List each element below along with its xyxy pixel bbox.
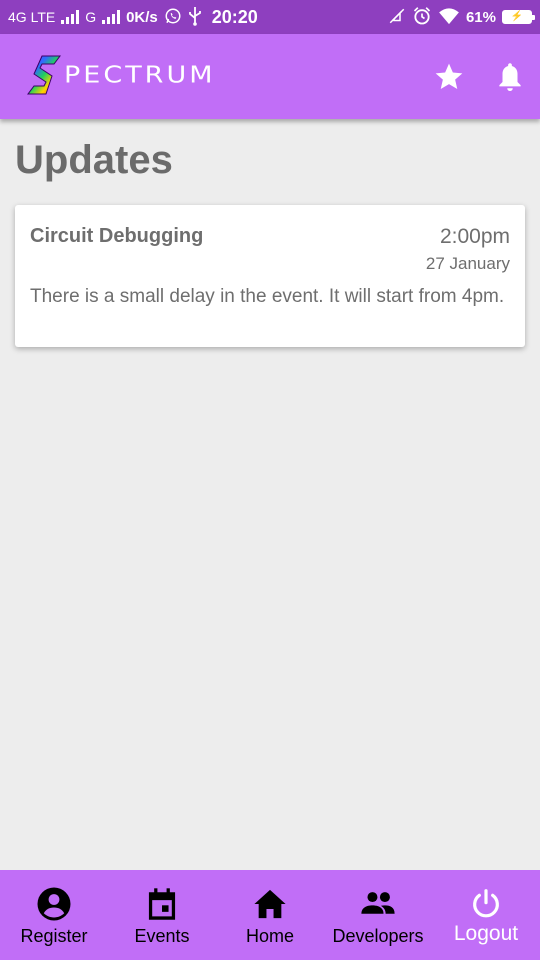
nav-developers[interactable]: Developers xyxy=(324,870,432,960)
nav-developers-label: Developers xyxy=(332,926,424,946)
update-date: 27 January xyxy=(425,254,510,273)
battery-percent: 61% xyxy=(465,8,496,26)
nav-logout[interactable]: Logout xyxy=(432,870,540,960)
signal-strength-icon-2 xyxy=(102,10,121,24)
spectrum-logo-icon xyxy=(27,55,61,95)
power-icon xyxy=(468,886,504,922)
calendar-icon xyxy=(144,886,180,922)
nav-events[interactable]: Events xyxy=(108,870,216,960)
bottom-navigation: Register Events Home Developers Logout xyxy=(0,870,540,960)
nav-register-label: Register xyxy=(20,926,88,946)
wifi-icon xyxy=(438,7,460,28)
status-left: 4G LTE G 0K/s 20:20 xyxy=(8,6,258,29)
mute-icon xyxy=(388,7,406,28)
alarm-icon xyxy=(412,6,432,29)
bell-icon xyxy=(499,63,521,91)
battery-charging-icon: ⚡ xyxy=(502,10,535,24)
account-circle-icon xyxy=(36,886,72,922)
update-title: Circuit Debugging xyxy=(30,225,204,247)
favorites-button[interactable] xyxy=(432,58,466,96)
app-logo: PECTRUM xyxy=(26,54,216,96)
update-time: 2:00pm xyxy=(439,225,510,248)
nav-logout-label: Logout xyxy=(453,922,519,945)
usb-icon xyxy=(188,6,202,29)
home-icon xyxy=(252,886,288,922)
nav-home-label: Home xyxy=(245,926,294,946)
notifications-button[interactable] xyxy=(493,58,527,96)
network-type-label: 4G LTE xyxy=(8,9,56,25)
nav-home[interactable]: Home xyxy=(216,870,324,960)
update-card[interactable]: Circuit Debugging 2:00pm 27 January Ther… xyxy=(15,205,525,347)
nav-register[interactable]: Register xyxy=(0,870,108,960)
app-bar: PECTRUM xyxy=(0,34,540,119)
update-message: There is a small delay in the event. It … xyxy=(30,286,505,307)
signal-strength-icon xyxy=(61,10,80,24)
star-icon xyxy=(435,63,463,89)
page-title: Updates xyxy=(15,138,173,182)
nav-events-label: Events xyxy=(134,926,190,946)
data-speed: 0K/s xyxy=(126,8,158,26)
network-type-label-2: G xyxy=(85,9,97,25)
people-icon xyxy=(360,886,396,922)
status-bar: 4G LTE G 0K/s 20:20 61% ⚡ xyxy=(0,0,540,34)
clock: 20:20 xyxy=(211,6,258,27)
status-right: 61% ⚡ xyxy=(388,6,535,29)
whatsapp-icon xyxy=(164,7,182,28)
logo-wordmark: PECTRUM xyxy=(64,61,216,89)
